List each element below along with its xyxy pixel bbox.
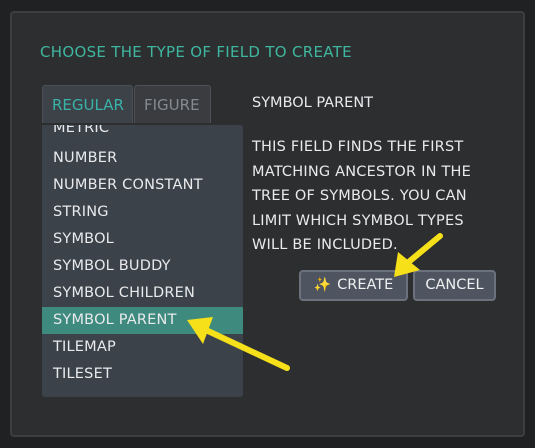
- arrow-to-symbol-parent: [187, 317, 290, 371]
- annotation-arrows: [187, 233, 443, 371]
- arrow-to-create-button: [394, 233, 443, 277]
